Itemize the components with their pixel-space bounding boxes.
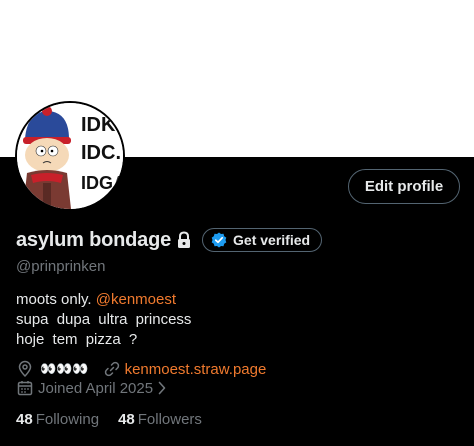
profile-meta-row: 👀👀👀 kenmoest.straw.page <box>16 360 266 378</box>
followers-link[interactable]: 48 Followers <box>118 411 202 428</box>
avatar-text-2: IDC. <box>81 142 121 164</box>
profile-handle: @prinprinken <box>16 258 106 275</box>
following-link[interactable]: 48 Following <box>16 411 99 428</box>
location-text: 👀👀👀 <box>40 361 89 376</box>
link-icon <box>104 361 119 377</box>
location-item: 👀👀👀 <box>16 360 89 378</box>
display-name: asylum bondage <box>16 228 172 251</box>
verified-badge-icon <box>211 232 227 248</box>
joined-item: Joined April 2025 <box>16 379 171 397</box>
lock-icon <box>176 231 192 249</box>
bio-mention-link[interactable]: @kenmoest <box>96 291 176 308</box>
following-label: Following <box>35 411 100 428</box>
get-verified-button[interactable]: Get verified <box>202 228 323 252</box>
profile-bio: moots only. @kenmoest supa dupa ultra pr… <box>16 290 191 350</box>
followers-label: Followers <box>137 411 202 428</box>
following-count: 48 <box>16 411 33 428</box>
website-link[interactable]: kenmoest.straw.page <box>125 361 267 378</box>
avatar[interactable]: IDK. IDC. IDGAF <box>15 101 125 211</box>
bio-text-line2: supa dupa ultra princess <box>16 311 192 328</box>
chevron-right-icon[interactable] <box>157 380 171 396</box>
follow-stats: 48 Following 48 Followers <box>16 411 221 428</box>
bio-text-line3: hoje tem pizza ? <box>16 331 138 348</box>
bio-text-line1: moots only. <box>16 291 96 308</box>
profile-joined-row: Joined April 2025 <box>16 379 171 397</box>
get-verified-label: Get verified <box>233 232 311 248</box>
followers-count: 48 <box>118 411 135 428</box>
location-pin-icon <box>18 360 32 378</box>
website-item[interactable]: kenmoest.straw.page <box>103 360 267 378</box>
edit-profile-button[interactable]: Edit profile <box>348 169 460 204</box>
avatar-text-3: IDGAF <box>81 173 123 193</box>
calendar-icon <box>17 381 33 396</box>
name-row: asylum bondage Get verified <box>16 228 323 252</box>
joined-text: Joined April 2025 <box>38 379 154 397</box>
